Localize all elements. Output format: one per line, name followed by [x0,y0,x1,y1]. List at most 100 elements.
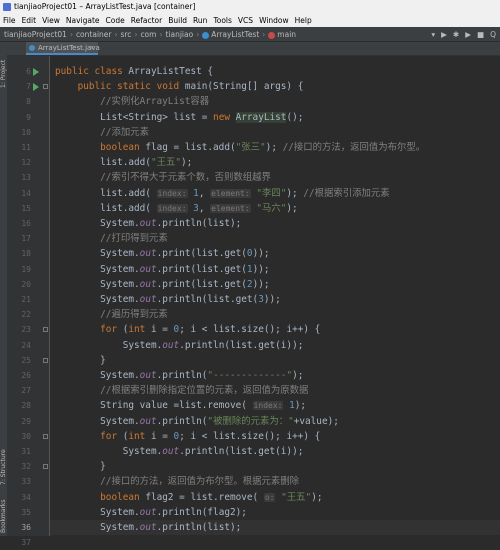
code-line[interactable]: } [50,353,500,368]
breadcrumb-label: main [277,30,297,39]
structure-tool-tab[interactable]: 7: Structure [0,442,7,492]
code-line[interactable]: list.add( index: 1, element: "李四"); //根据… [50,186,500,201]
menu-item-build[interactable]: Build [168,16,187,25]
fold-marker-icon[interactable] [43,84,48,90]
breadcrumb-tianjiao[interactable]: tianjiao [165,27,193,42]
code-line[interactable]: List<String> list = new ArrayList(); [50,110,500,125]
code-line[interactable]: System.out.println("被删除的元素为："+value); [50,414,500,429]
code-text: System.out.println(list.get(3)); [55,292,281,307]
code-line[interactable]: //接口的方法，返回值为布尔型。根据元素删除 [50,474,500,489]
menu-item-view[interactable]: View [42,16,60,25]
code-text: //根据索引删除指定位置的元素，返回值为原数据 [55,383,308,398]
breadcrumb-separator: › [114,30,118,39]
code-token: .println(list.get(i)); [179,446,304,457]
code-line[interactable]: System.out.println(list.get(3)); [50,292,500,307]
code-line[interactable]: public static void main(String[] args) { [50,79,500,94]
line-number: 23 [21,325,31,335]
code-line[interactable]: boolean flag2 = list.remove( o: "王五"); [50,490,500,505]
line-number: 6 [26,67,31,76]
breadcrumb-label: tianjiaoProject01 [4,30,67,39]
code-token: out [139,294,157,305]
breadcrumb-label: src [120,30,132,39]
parameter-hint: element: [210,203,251,213]
code-text: List<String> list = new ArrayList(); [55,110,303,125]
menu-item-file[interactable]: File [3,16,16,25]
run-icon[interactable]: ▶ [441,30,447,39]
menu-item-tools[interactable]: Tools [213,16,231,25]
code-line[interactable]: System.out.println(list.get(i)); [50,444,500,459]
java-class-icon [29,45,35,51]
tab-arraylisttest-java[interactable]: ArrayListTest.java × [26,42,100,55]
code-token: flag = list.add( [145,142,236,153]
breadcrumb-main[interactable]: main [268,27,296,42]
debug-icon[interactable]: ✱ [453,30,459,39]
breadcrumb-com[interactable]: com [140,27,156,42]
code-line[interactable]: for (int i = 0; i < list.size(); i++) { [50,322,500,337]
stop-icon[interactable]: ■ [477,30,484,39]
menu-item-run[interactable]: Run [193,16,207,25]
code-token: //接口的方法，返回值为布尔型。根据元素删除 [100,476,299,488]
code-editor[interactable]: public class ArrayListTest { public stat… [50,56,500,536]
dropdown-icon[interactable]: ▾ [431,30,435,39]
code-line[interactable]: public class ArrayListTest { [50,64,500,79]
code-line[interactable]: for (int i = 0; i < list.size(); i++) { [50,429,500,444]
code-line[interactable]: //遍历得到元素 [50,307,500,322]
breadcrumb-container[interactable]: container [76,27,112,42]
code-line[interactable]: System.out.print(list.get(1)); [50,262,500,277]
code-line[interactable]: System.out.print(list.get(2)); [50,277,500,292]
line-number: 26 [21,371,31,380]
line-number: 33 [21,477,31,487]
code-line[interactable]: System.out.print(list.get(0)); [50,246,500,261]
code-line[interactable]: //打印得到元素 [50,231,500,246]
code-line[interactable]: //索引不得大于元素个数，否则数组越界 [50,170,500,185]
code-token: ; i < list.size(); i++) { [179,324,321,336]
code-line[interactable]: } [50,459,500,474]
code-line[interactable]: System.out.println(flag2); [50,505,500,520]
code-line[interactable]: boolean flag = list.add("张三"); //接口的方法，返… [50,140,500,155]
code-line[interactable]: System.out.println(list); [50,216,500,231]
menu-item-code[interactable]: Code [106,16,125,25]
code-token: "王五" [281,491,312,503]
breadcrumb-src[interactable]: src [120,27,131,42]
breadcrumb-tianjiaoproject01[interactable]: tianjiaoProject01 [4,27,67,42]
code-token: boolean [100,142,146,153]
code-line[interactable]: //添加元素 [50,125,500,140]
code-token: System. [55,446,163,457]
code-token: flag2 = list.remove( [145,491,264,503]
breadcrumb-arraylisttest[interactable]: ArrayListTest [202,27,259,42]
code-token: } [55,461,106,473]
code-line[interactable]: list.add("王五"); [50,155,500,170]
code-line[interactable]: //根据索引删除指定位置的元素，返回值为原数据 [50,383,500,398]
code-line[interactable]: list.add( index: 3, element: "马六"); [50,201,500,216]
run-gutter-icon[interactable] [33,82,39,91]
menu-item-edit[interactable]: Edit [22,16,37,25]
code-text: list.add("王五"); [55,155,198,170]
project-tool-tab[interactable]: 1: Project [0,44,7,104]
menu-item-window[interactable]: Window [259,16,289,25]
code-token: )); [252,248,270,260]
fold-marker-icon[interactable] [43,327,48,333]
fold-marker-icon[interactable] [43,357,48,363]
code-token: )); [252,278,270,290]
line-number: 17 [21,234,31,244]
code-line[interactable]: System.out.println(list); [50,520,500,536]
code-token: ); [311,491,323,503]
menu-item-vcs[interactable]: VCS [238,16,253,25]
search-icon[interactable]: Q [490,30,496,39]
code-line[interactable]: System.out.println(list.get(i)); [50,338,500,353]
run-gutter-icon[interactable] [33,67,39,76]
menu-item-navigate[interactable]: Navigate [66,16,100,25]
bookmarks-tool-tab[interactable]: Bookmarks [0,497,7,535]
code-token: System. [55,339,163,351]
menu-item-refactor[interactable]: Refactor [131,16,162,25]
code-line[interactable]: //实例化ArrayList容器 [50,94,500,109]
fold-marker-icon[interactable] [43,464,48,470]
menu-item-help[interactable]: Help [295,16,312,25]
fold-marker-icon[interactable] [43,433,48,439]
code-line[interactable]: System.out.println("-------------"); [50,368,500,383]
close-tab-icon[interactable]: × [89,42,95,54]
coverage-icon[interactable]: ▶ [465,30,471,39]
code-line[interactable]: String value =list.remove( index: 1); [50,398,500,413]
code-token: System. [55,248,140,260]
